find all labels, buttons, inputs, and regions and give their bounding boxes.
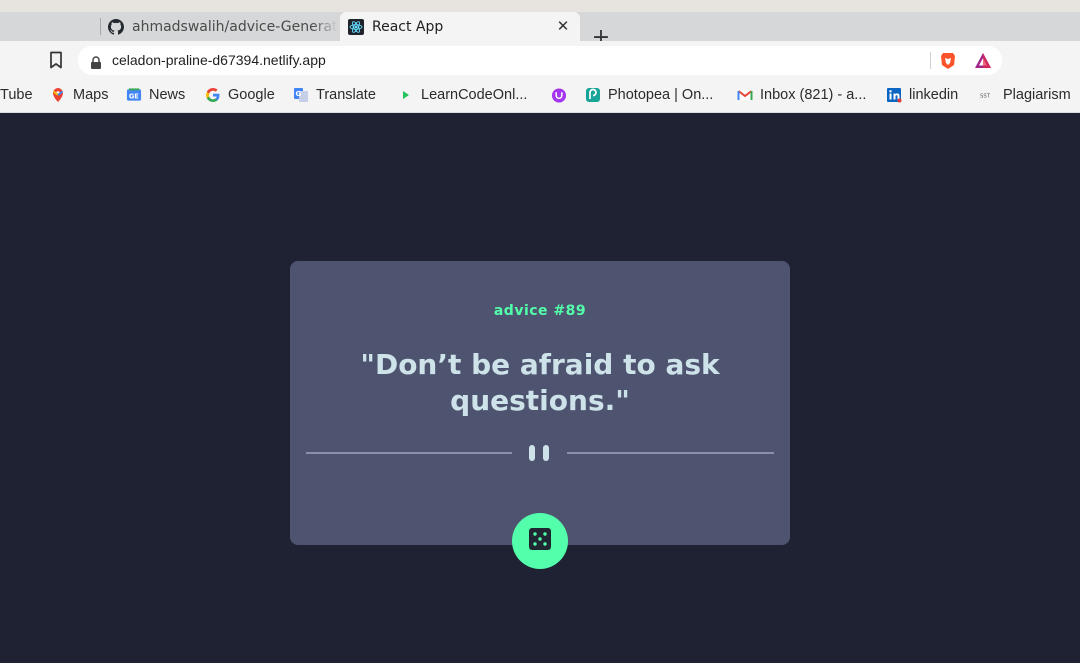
github-icon bbox=[108, 18, 124, 35]
lock-icon[interactable] bbox=[90, 54, 102, 69]
bookmark-learncodeonline[interactable]: LearnCodeOnl... bbox=[398, 85, 527, 105]
sst-icon: SST bbox=[980, 87, 996, 103]
bookmark-label: LearnCodeOnl... bbox=[421, 87, 528, 103]
bookmark-label: Tube bbox=[0, 87, 33, 103]
bookmark-label: Translate bbox=[316, 87, 376, 103]
bookmark-gmail[interactable]: Inbox (821) - a... bbox=[737, 85, 866, 105]
bookmark-translate[interactable]: G Translate bbox=[293, 85, 376, 105]
bookmark-youtube[interactable]: Tube bbox=[0, 85, 33, 105]
advice-card: advice #89 "Don’t be afraid to ask quest… bbox=[290, 261, 790, 569]
advice-quote: "Don’t be afraid to ask questions." bbox=[360, 348, 720, 417]
brave-shields-icon[interactable] bbox=[940, 52, 956, 70]
bookmark-label: linkedin bbox=[909, 87, 959, 103]
bookmark-plagiarism[interactable]: SST Plagiarism bbox=[980, 85, 1071, 105]
bookmark-udemy[interactable] bbox=[551, 85, 574, 105]
play-icon bbox=[398, 87, 414, 103]
page-viewport: advice #89 "Don’t be afraid to ask quest… bbox=[0, 113, 1080, 663]
tab-strip: ahmadswalih/advice-Generator React App ✕… bbox=[0, 12, 1080, 49]
bookmark-photopea[interactable]: Photopea | On... bbox=[585, 85, 713, 105]
translate-icon: G bbox=[293, 87, 309, 103]
brave-rewards-icon[interactable] bbox=[974, 52, 992, 69]
bookmark-news[interactable]: GE News bbox=[126, 85, 185, 105]
bookmark-label: Inbox (821) - a... bbox=[760, 87, 867, 103]
svg-text:G: G bbox=[296, 90, 302, 98]
tab-react-app[interactable]: React App ✕ bbox=[340, 12, 580, 41]
bookmark-maps[interactable]: Maps bbox=[50, 85, 108, 105]
bookmark-linkedin[interactable]: linkedin bbox=[886, 85, 958, 105]
photopea-icon bbox=[585, 87, 601, 103]
svg-text:GE: GE bbox=[129, 92, 139, 100]
maps-icon bbox=[50, 87, 66, 103]
bookmark-label: Maps bbox=[73, 87, 109, 103]
bookmark-icon[interactable] bbox=[48, 51, 64, 69]
divider-line-left bbox=[306, 452, 512, 454]
udemy-icon bbox=[551, 87, 567, 103]
advice-id: advice #89 bbox=[493, 303, 587, 319]
gmail-icon bbox=[737, 87, 753, 103]
linkedin-icon bbox=[886, 87, 902, 103]
divider-line-right bbox=[567, 452, 774, 454]
bookmark-label: Photopea | On... bbox=[608, 87, 714, 103]
bookmark-label: Google bbox=[228, 87, 275, 103]
react-icon bbox=[348, 18, 364, 35]
dice-icon bbox=[528, 527, 552, 555]
pattern-divider bbox=[306, 443, 774, 463]
tab-advice-generator[interactable]: ahmadswalih/advice-Generator bbox=[100, 12, 338, 41]
google-icon bbox=[205, 87, 221, 103]
bookmark-label: Plagiarism bbox=[1003, 87, 1071, 103]
omnibox-separator bbox=[930, 52, 931, 69]
address-bar[interactable]: celadon-praline-d67394.netlify.app bbox=[78, 46, 1002, 75]
bookmarks-bar: Tube Maps GE News Google G Translate Lea… bbox=[0, 79, 1080, 113]
generate-advice-button[interactable] bbox=[512, 513, 568, 569]
tab-title: React App bbox=[372, 18, 444, 35]
bookmark-google[interactable]: Google bbox=[205, 85, 275, 105]
bookmark-label: News bbox=[149, 87, 186, 103]
svg-text:SST: SST bbox=[980, 94, 991, 100]
close-tab-button[interactable]: ✕ bbox=[554, 17, 572, 35]
window-titlebar bbox=[0, 0, 1080, 12]
news-icon: GE bbox=[126, 87, 142, 103]
tab-title: ahmadswalih/advice-Generator bbox=[132, 18, 338, 35]
tab-separator bbox=[100, 18, 101, 35]
url-text[interactable]: celadon-praline-d67394.netlify.app bbox=[112, 52, 326, 68]
browser-toolbar: celadon-praline-d67394.netlify.app bbox=[0, 41, 1080, 79]
pause-icon bbox=[528, 445, 552, 461]
tab-title-fade bbox=[312, 12, 338, 41]
